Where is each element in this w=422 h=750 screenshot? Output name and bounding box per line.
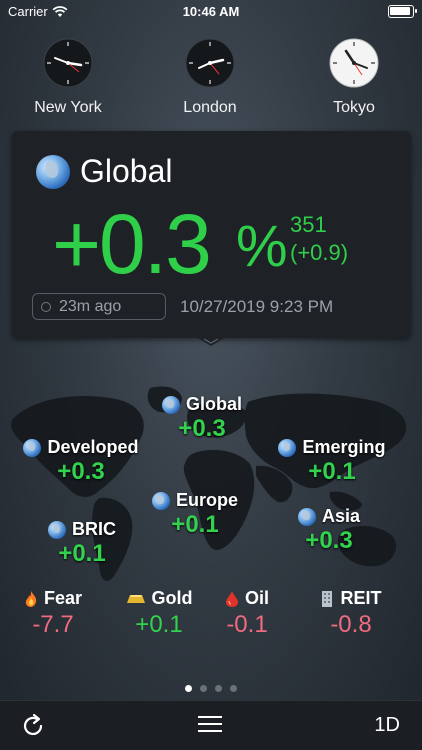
clock-face-icon bbox=[185, 38, 235, 88]
region-change: +0.3 bbox=[57, 458, 105, 485]
region-asia[interactable]: Asia +0.3 bbox=[292, 506, 366, 555]
region-label: Global bbox=[185, 394, 242, 414]
indicator-change: -0.8 bbox=[330, 611, 372, 638]
page-indicator[interactable] bbox=[0, 685, 422, 692]
summary-value-change: (+0.9) bbox=[290, 240, 349, 265]
clock-new-york[interactable]: New York bbox=[8, 38, 128, 117]
flame-icon bbox=[25, 590, 37, 607]
indicator-label: Oil bbox=[244, 588, 269, 608]
oil-drop-icon bbox=[225, 590, 238, 607]
region-change: +0.1 bbox=[308, 458, 356, 485]
refresh-icon[interactable] bbox=[20, 713, 46, 739]
update-age-label: 23m ago bbox=[59, 297, 122, 315]
battery-icon bbox=[388, 5, 417, 18]
summary-card[interactable]: Global +0.3 % 351 (+0.9) 23m ago 10/27/2… bbox=[12, 131, 411, 338]
indicator-fear[interactable]: Fear -7.7 bbox=[8, 588, 98, 639]
menu-bar bbox=[198, 730, 222, 732]
globe-icon bbox=[48, 520, 66, 539]
clock-london[interactable]: London bbox=[150, 38, 270, 117]
region-change: +0.1 bbox=[58, 540, 106, 567]
summary-timestamp: 10/27/2019 9:23 PM bbox=[180, 297, 334, 316]
update-age-badge: 23m ago bbox=[32, 293, 166, 320]
summary-unit: % bbox=[236, 214, 288, 279]
globe-icon bbox=[23, 438, 42, 457]
menu-button[interactable] bbox=[198, 716, 222, 736]
indicator-label: REIT bbox=[340, 588, 382, 608]
region-developed[interactable]: Developed +0.3 bbox=[16, 437, 146, 486]
indicator-name: Fear bbox=[8, 588, 98, 609]
indicator-label: Fear bbox=[43, 588, 83, 608]
globe-icon bbox=[297, 507, 316, 526]
clock-face-icon bbox=[43, 38, 93, 88]
summary-value: 351 bbox=[290, 212, 327, 237]
status-bar: Carrier 10:46 AM bbox=[0, 0, 422, 24]
region-name: Emerging bbox=[270, 437, 394, 458]
region-label: Developed bbox=[47, 437, 139, 457]
building-icon bbox=[322, 590, 333, 607]
clock-face-icon bbox=[329, 38, 379, 88]
region-europe[interactable]: Europe +0.1 bbox=[146, 490, 244, 539]
region-label: BRIC bbox=[72, 519, 116, 539]
page-dot[interactable] bbox=[230, 685, 237, 692]
page-dot[interactable] bbox=[185, 685, 192, 692]
page-dot[interactable] bbox=[200, 685, 207, 692]
menu-bar bbox=[198, 723, 222, 725]
menu-bar bbox=[198, 716, 222, 718]
summary-title: Global bbox=[36, 153, 173, 190]
globe-icon bbox=[36, 154, 70, 189]
region-emerging[interactable]: Emerging +0.1 bbox=[270, 437, 394, 486]
bottom-toolbar: 1D bbox=[0, 700, 422, 750]
region-name: BRIC bbox=[42, 519, 122, 540]
region-label: Asia bbox=[321, 506, 361, 526]
region-name: Global bbox=[157, 394, 247, 415]
indicator-name: REIT bbox=[306, 588, 396, 609]
clock-city-label: London bbox=[183, 99, 237, 116]
summary-change: +0.3 bbox=[52, 197, 212, 291]
globe-icon bbox=[278, 438, 297, 457]
indicator-name: Gold bbox=[114, 588, 204, 609]
world-clocks: New York London Tokyo bbox=[0, 38, 422, 118]
region-change: +0.3 bbox=[305, 527, 353, 554]
clock-city-label: New York bbox=[34, 99, 102, 116]
globe-icon bbox=[151, 491, 170, 510]
clock-tokyo[interactable]: Tokyo bbox=[294, 38, 414, 117]
indicator-reit[interactable]: REIT -0.8 bbox=[306, 588, 396, 639]
region-name: Developed bbox=[16, 437, 146, 458]
region-bric[interactable]: BRIC +0.1 bbox=[42, 519, 122, 568]
region-global[interactable]: Global +0.3 bbox=[157, 394, 247, 443]
time-range-button[interactable]: 1D bbox=[374, 714, 400, 737]
summary-value-block: 351 (+0.9) bbox=[290, 211, 348, 267]
indicator-label: Gold bbox=[151, 588, 193, 608]
indicator-change: -7.7 bbox=[32, 611, 74, 638]
indicator-name: Oil bbox=[202, 588, 292, 609]
chevron-down-icon[interactable] bbox=[196, 337, 226, 347]
world-map: Global +0.3 Developed +0.3 Emerging +0.1… bbox=[0, 380, 422, 590]
page-dot[interactable] bbox=[215, 685, 222, 692]
indicator-gold[interactable]: Gold +0.1 bbox=[114, 588, 204, 639]
globe-icon bbox=[161, 395, 180, 414]
region-change: +0.1 bbox=[171, 511, 219, 538]
region-label: Europe bbox=[175, 490, 238, 510]
clock-icon bbox=[41, 301, 51, 312]
indicator-change: -0.1 bbox=[226, 611, 268, 638]
indicator-oil[interactable]: Oil -0.1 bbox=[202, 588, 292, 639]
gold-bar-icon bbox=[126, 594, 145, 603]
indicator-change: +0.1 bbox=[135, 611, 183, 638]
summary-title-label: Global bbox=[80, 153, 173, 189]
status-time: 10:46 AM bbox=[182, 4, 240, 19]
region-label: Emerging bbox=[302, 437, 386, 457]
clock-city-label: Tokyo bbox=[333, 99, 375, 116]
region-name: Europe bbox=[146, 490, 244, 511]
region-change: +0.3 bbox=[178, 415, 226, 442]
region-name: Asia bbox=[292, 506, 366, 527]
